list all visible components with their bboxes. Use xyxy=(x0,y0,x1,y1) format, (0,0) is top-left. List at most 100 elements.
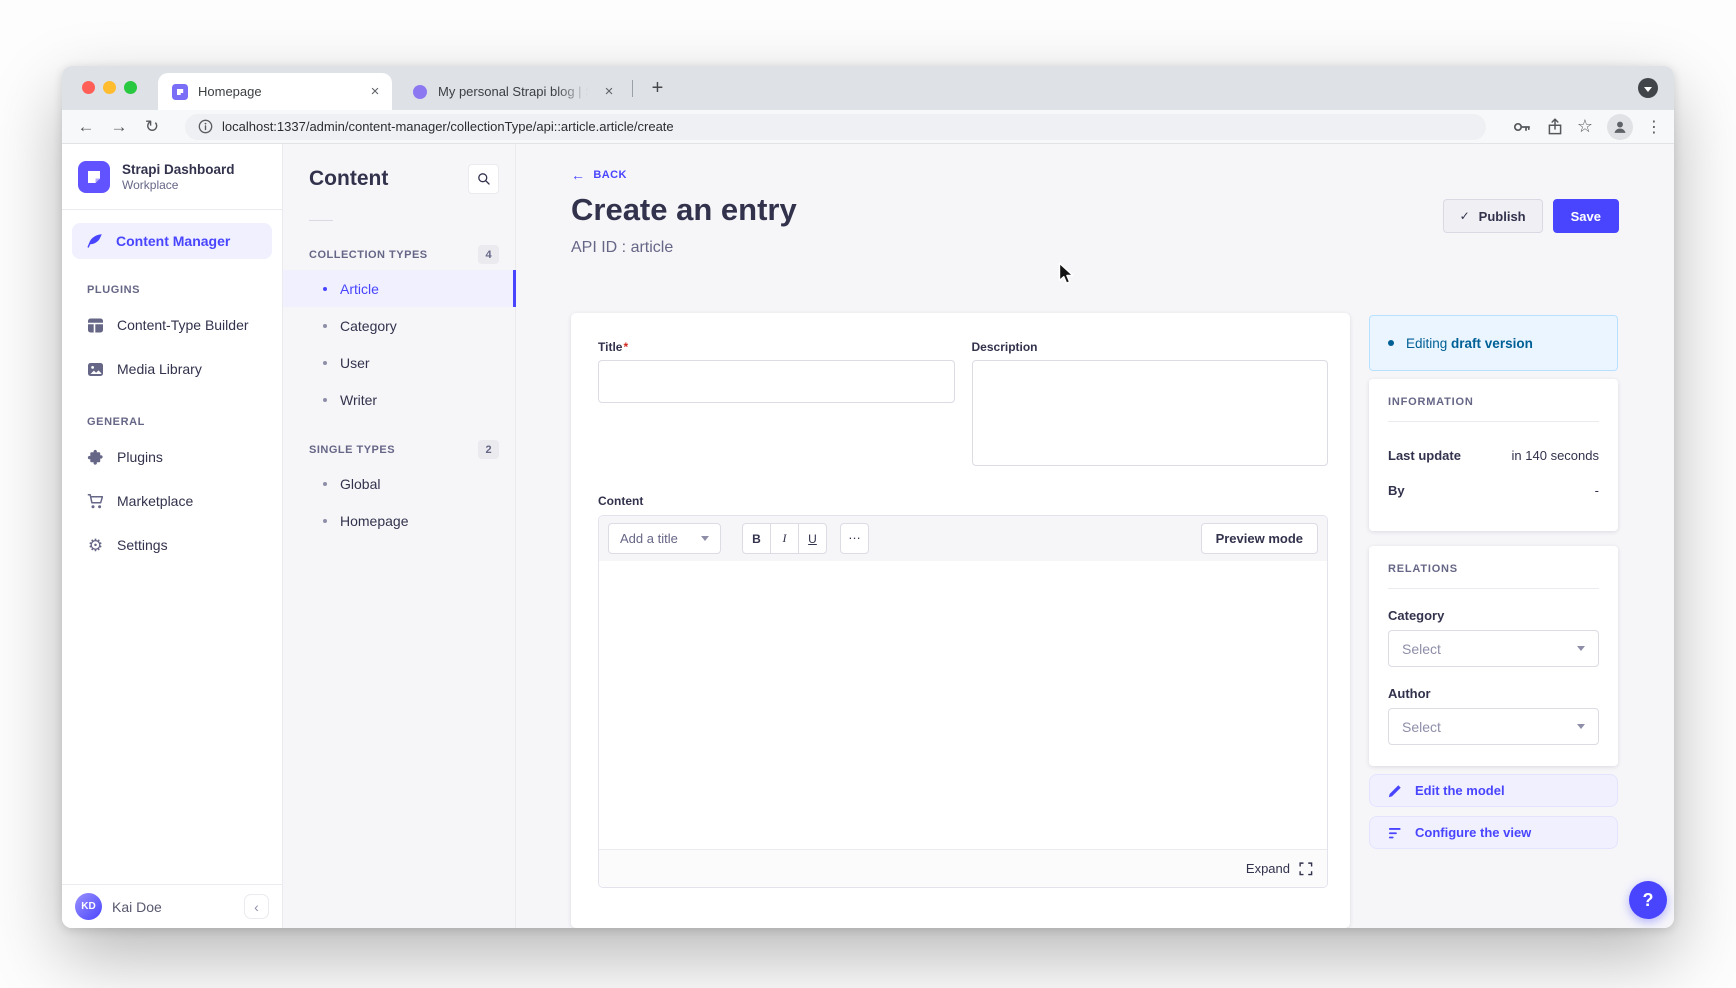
sidebar-item-marketplace[interactable]: Marketplace xyxy=(62,479,282,523)
main-sidebar: Strapi Dashboard Workplace Content Manag… xyxy=(62,144,283,928)
expand-icon[interactable] xyxy=(1299,862,1313,876)
count-badge: 4 xyxy=(478,245,499,264)
user-name: Kai Doe xyxy=(112,899,234,915)
subnav-item-user[interactable]: User xyxy=(283,344,515,381)
subnav-item-writer[interactable]: Writer xyxy=(283,381,515,418)
category-select[interactable]: Select xyxy=(1388,630,1599,667)
workspace-brand[interactable]: Strapi Dashboard Workplace xyxy=(62,144,282,210)
strapi-favicon-icon xyxy=(172,84,188,100)
sidebar-item-content-manager[interactable]: Content Manager xyxy=(72,223,272,259)
api-id-subtitle: API ID : article xyxy=(571,239,673,257)
relations-card: RELATIONS Category Select Author Select xyxy=(1369,546,1618,766)
bookmark-star-icon[interactable]: ☆ xyxy=(1577,116,1593,137)
desktop: Homepage × My personal Strapi blog | Str… xyxy=(0,0,1736,988)
category-relation-label: Category xyxy=(1388,608,1599,623)
main-content: ← BACK Create an entry API ID : article … xyxy=(516,144,1674,928)
configure-the-view-button[interactable]: Configure the view xyxy=(1369,816,1618,849)
save-button[interactable]: Save xyxy=(1553,199,1619,233)
person-icon xyxy=(1612,119,1628,135)
italic-button[interactable]: I xyxy=(770,523,799,554)
browser-profile-avatar[interactable] xyxy=(1607,114,1633,140)
subnav-title: Content xyxy=(309,167,388,191)
subnav-item-label: Writer xyxy=(340,392,377,408)
sidebar-item-label: Content Manager xyxy=(116,233,230,249)
tab-homepage[interactable]: Homepage × xyxy=(158,73,392,110)
browser-toolbar: ← → ↻ localhost:1337/admin/content-manag… xyxy=(62,110,1674,144)
sidebar-item-label: Plugins xyxy=(117,449,163,465)
address-bar[interactable]: localhost:1337/admin/content-manager/col… xyxy=(185,114,1486,140)
sidebar-section-plugins: PLUGINS xyxy=(87,284,282,297)
password-key-icon[interactable] xyxy=(1513,118,1531,136)
back-link[interactable]: ← BACK xyxy=(571,168,627,182)
tab-strapi-blog[interactable]: My personal Strapi blog | Strap × xyxy=(398,73,626,110)
close-window-button[interactable] xyxy=(82,81,95,94)
editor-text-area[interactable] xyxy=(599,561,1327,849)
search-button[interactable] xyxy=(468,164,499,194)
strapi-logo-icon xyxy=(78,161,110,193)
editor-toolbar: Add a title B I U … Preview mode xyxy=(599,516,1327,561)
subnav-item-category[interactable]: Category xyxy=(283,307,515,344)
heading-select[interactable]: Add a title xyxy=(608,523,721,554)
bold-button[interactable]: B xyxy=(742,523,771,554)
author-relation-label: Author xyxy=(1388,686,1599,701)
subnav-item-label: Global xyxy=(340,476,380,492)
sidebar-item-label: Settings xyxy=(117,537,168,553)
layout-grid-icon xyxy=(87,317,104,334)
sidebar-item-content-type-builder[interactable]: Content-Type Builder xyxy=(62,303,282,347)
save-button-label: Save xyxy=(1571,209,1601,224)
sidebar-item-settings[interactable]: ⚙ Settings xyxy=(62,523,282,567)
window-controls xyxy=(82,81,137,94)
tab-search-menu-button[interactable] xyxy=(1638,78,1658,98)
maximize-window-button[interactable] xyxy=(124,81,137,94)
forward-button[interactable]: → xyxy=(107,118,131,135)
avatar[interactable]: KD xyxy=(75,893,102,920)
underline-button[interactable]: U xyxy=(798,523,827,554)
information-card: INFORMATION Last update in 140 seconds B… xyxy=(1369,379,1618,531)
sidebar-item-plugins[interactable]: Plugins xyxy=(62,435,282,479)
sidebar-item-label: Content-Type Builder xyxy=(117,317,249,333)
back-button[interactable]: ← xyxy=(74,118,98,135)
pencil-icon xyxy=(1388,784,1402,798)
minimize-window-button[interactable] xyxy=(103,81,116,94)
browser-menu-icon[interactable]: ⋮ xyxy=(1646,117,1662,137)
close-tab-icon[interactable]: × xyxy=(366,83,384,101)
site-info-icon[interactable] xyxy=(198,119,213,134)
description-textarea[interactable] xyxy=(972,360,1329,466)
rich-text-editor: Add a title B I U … Preview mode xyxy=(598,515,1328,888)
help-button[interactable]: ? xyxy=(1629,881,1667,919)
more-formatting-button[interactable]: … xyxy=(840,523,869,554)
title-input[interactable] xyxy=(598,360,955,403)
expand-label[interactable]: Expand xyxy=(1246,861,1290,876)
group-label-collection-types: COLLECTION TYPES xyxy=(309,249,428,261)
strapi-admin: Strapi Dashboard Workplace Content Manag… xyxy=(62,144,1674,928)
preview-mode-button[interactable]: Preview mode xyxy=(1201,523,1318,554)
url-text: localhost:1337/admin/content-manager/col… xyxy=(222,119,674,134)
group-label-single-types: SINGLE TYPES xyxy=(309,444,395,456)
subnav-item-global[interactable]: Global xyxy=(283,465,515,502)
browser-window: Homepage × My personal Strapi blog | Str… xyxy=(62,66,1674,928)
page-title: Create an entry xyxy=(571,192,797,228)
close-tab-icon[interactable]: × xyxy=(600,83,618,101)
divider xyxy=(1388,421,1599,422)
collapse-sidebar-button[interactable]: ‹ xyxy=(244,894,269,919)
new-tab-button[interactable]: + xyxy=(644,75,671,102)
sidebar-item-label: Marketplace xyxy=(117,493,193,509)
required-asterisk: * xyxy=(623,340,628,354)
category-select-value: Select xyxy=(1402,641,1441,657)
cart-icon xyxy=(87,493,104,510)
sidebar-item-media-library[interactable]: Media Library xyxy=(62,347,282,391)
subnav-item-article[interactable]: Article xyxy=(283,270,515,307)
author-select[interactable]: Select xyxy=(1388,708,1599,745)
configure-the-view-label: Configure the view xyxy=(1415,825,1531,840)
subnav-item-homepage[interactable]: Homepage xyxy=(283,502,515,539)
reload-button[interactable]: ↻ xyxy=(140,118,164,135)
publish-button[interactable]: ✓ Publish xyxy=(1443,199,1543,233)
share-icon[interactable] xyxy=(1546,118,1564,136)
editor-footer: Expand xyxy=(599,849,1327,887)
subnav-item-label: Article xyxy=(340,281,379,297)
divider xyxy=(1388,588,1599,589)
gear-icon: ⚙ xyxy=(87,537,104,554)
edit-the-model-button[interactable]: Edit the model xyxy=(1369,774,1618,807)
chevron-down-icon xyxy=(701,536,709,541)
status-dot-icon xyxy=(1388,340,1394,346)
